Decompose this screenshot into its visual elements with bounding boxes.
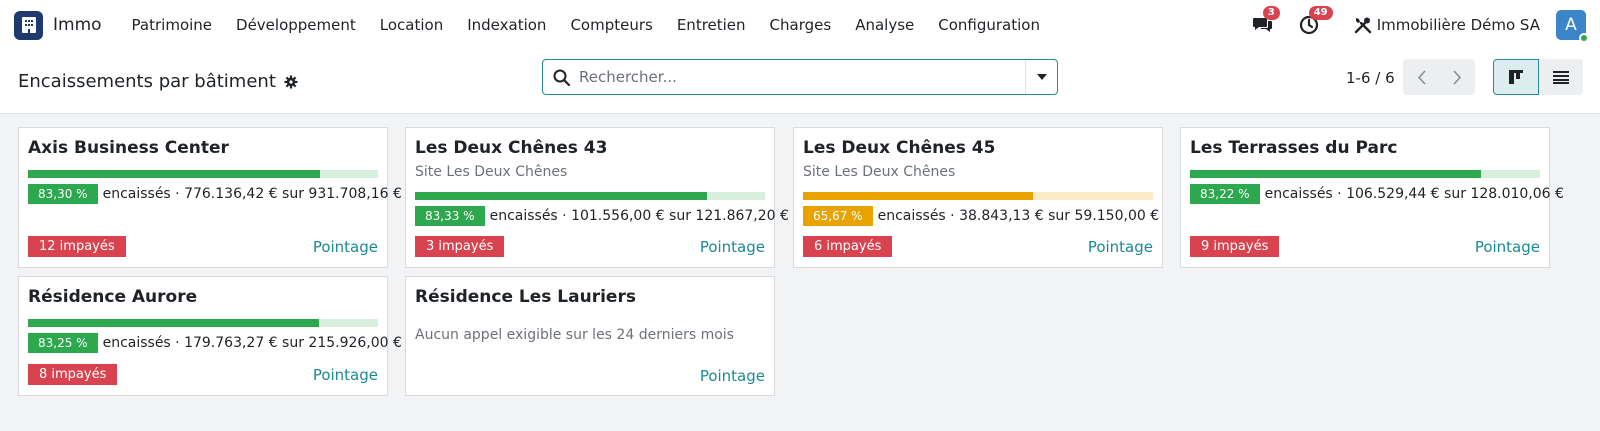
unpaid-badge[interactable]: 9 impayés <box>1190 236 1280 257</box>
pointage-link[interactable]: Pointage <box>313 366 378 384</box>
site-name: Site Les Deux Chênes <box>803 164 956 180</box>
pointage-link[interactable]: Pointage <box>700 367 765 385</box>
building-card[interactable]: Les Terrasses du Parc 83,22 % encaissés · … <box>1180 127 1564 268</box>
menu-item-charges[interactable]: Charges <box>758 16 844 34</box>
pager-previous-button[interactable] <box>1403 59 1439 95</box>
unpaid-badge[interactable]: 3 impayés <box>415 236 505 257</box>
company-switcher[interactable]: Immobilière Démo SA <box>1377 16 1540 34</box>
progress-fill <box>803 192 1033 200</box>
collection-amounts: encaissés · 106.529,44 € sur 128.010,06 … <box>1264 186 1564 202</box>
menu-item-patrimoine[interactable]: Patrimoine <box>120 16 224 34</box>
menu-item-analyse[interactable]: Analyse <box>843 16 926 34</box>
view-switcher <box>1493 59 1583 95</box>
collection-progress-bar <box>803 192 1153 200</box>
search-input[interactable] <box>579 68 1025 86</box>
gear-icon[interactable] <box>284 75 298 89</box>
collection-amounts: encaissés · 179.763,27 € sur 215.926,00 … <box>102 335 402 351</box>
building-name: Les Terrasses du Parc <box>1190 138 1398 158</box>
pointage-link[interactable]: Pointage <box>1475 238 1540 256</box>
building-app-icon[interactable] <box>14 10 43 40</box>
menu-item-entretien[interactable]: Entretien <box>665 16 758 34</box>
list-icon <box>1553 71 1569 84</box>
unpaid-badge[interactable]: 6 impayés <box>803 236 893 257</box>
chevron-right-icon <box>1452 69 1461 85</box>
menu-item-developpement[interactable]: Développement <box>224 16 368 34</box>
building-card[interactable]: Résidence Les Lauriers Aucun appel exigib… <box>405 276 775 396</box>
building-name: Les Deux Chênes 45 <box>803 138 996 158</box>
pointage-link[interactable]: Pointage <box>313 238 378 256</box>
search-icon <box>543 69 579 86</box>
activities-systray[interactable]: 49 <box>1297 6 1333 37</box>
page-title: Encaissements par bâtiment <box>18 71 276 92</box>
empty-state-text: Aucun appel exigible sur les 24 derniers… <box>415 327 734 343</box>
menu-item-location[interactable]: Location <box>368 16 455 34</box>
pager-next-button[interactable] <box>1439 59 1475 95</box>
menu-item-configuration[interactable]: Configuration <box>926 16 1052 34</box>
percent-badge: 83,33 % <box>415 206 485 226</box>
pager-value[interactable]: 1-6 / 6 <box>1346 69 1395 87</box>
messages-count-badge: 3 <box>1262 6 1280 20</box>
progress-fill <box>28 319 320 327</box>
main-menu: Patrimoine Développement Location Indexatio… <box>120 16 1052 34</box>
pager-buttons <box>1403 59 1475 95</box>
user-avatar[interactable]: A <box>1556 10 1589 43</box>
collection-progress-bar <box>28 170 378 178</box>
pointage-link[interactable]: Pointage <box>1088 238 1153 256</box>
tools-icon <box>1354 17 1371 34</box>
building-name: Les Deux Chênes 43 <box>415 138 608 158</box>
list-view-button[interactable] <box>1539 59 1583 95</box>
collection-progress-bar <box>415 192 765 200</box>
kanban-view-button[interactable] <box>1493 59 1539 95</box>
collection-progress-bar <box>1190 170 1540 178</box>
building-card[interactable]: Les Deux Chênes 43 Site Les Deux Chênes 83… <box>405 127 789 268</box>
avatar-letter: A <box>1565 15 1577 35</box>
building-name: Axis Business Center <box>28 138 229 158</box>
percent-badge: 83,25 % <box>28 333 98 353</box>
menu-item-compteurs[interactable]: Compteurs <box>558 16 664 34</box>
activities-count-badge: 49 <box>1308 6 1333 20</box>
building-card[interactable]: Résidence Aurore 83,25 % encaissés · 179.7… <box>18 276 402 396</box>
collection-amounts: encaissés · 38.843,13 € sur 59.150,00 € <box>877 208 1160 224</box>
app-brand[interactable]: Immo <box>53 15 102 35</box>
collection-amounts: encaissés · 101.556,00 € sur 121.867,20 … <box>489 208 789 224</box>
menu-item-indexation[interactable]: Indexation <box>455 16 558 34</box>
building-card[interactable]: Axis Business Center 83,30 % encaissés · 7… <box>18 127 402 268</box>
progress-fill <box>1190 170 1482 178</box>
building-name: Résidence Aurore <box>28 287 198 307</box>
building-card[interactable]: Les Deux Chênes 45 Site Les Deux Chênes 65… <box>793 127 1163 268</box>
site-name: Site Les Deux Chênes <box>415 164 568 180</box>
progress-fill <box>415 192 707 200</box>
unpaid-badge[interactable]: 8 impayés <box>28 364 118 385</box>
online-status-dot <box>1579 33 1589 43</box>
unpaid-badge[interactable]: 12 impayés <box>28 236 126 257</box>
percent-badge: 65,67 % <box>803 206 873 226</box>
percent-badge: 83,30 % <box>28 184 98 204</box>
building-name: Résidence Les Lauriers <box>415 287 636 307</box>
tools-systray[interactable] <box>1351 13 1375 37</box>
messages-systray[interactable]: 3 <box>1251 6 1280 37</box>
collection-progress-bar <box>28 319 378 327</box>
caret-down-icon <box>1036 74 1047 80</box>
pointage-link[interactable]: Pointage <box>700 238 765 256</box>
progress-fill <box>28 170 320 178</box>
search-options-toggle[interactable] <box>1025 60 1057 94</box>
kanban-icon <box>1509 70 1523 84</box>
control-panel: Encaissements par bâtiment 1-6 / 6 <box>0 50 1600 114</box>
search-bar <box>542 59 1058 95</box>
percent-badge: 83,22 % <box>1190 184 1260 204</box>
collection-amounts: encaissés · 776.136,42 € sur 931.708,16 … <box>102 186 402 202</box>
top-navbar: Immo Patrimoine Développement Location Inde… <box>0 0 1600 50</box>
chevron-left-icon <box>1417 69 1426 85</box>
